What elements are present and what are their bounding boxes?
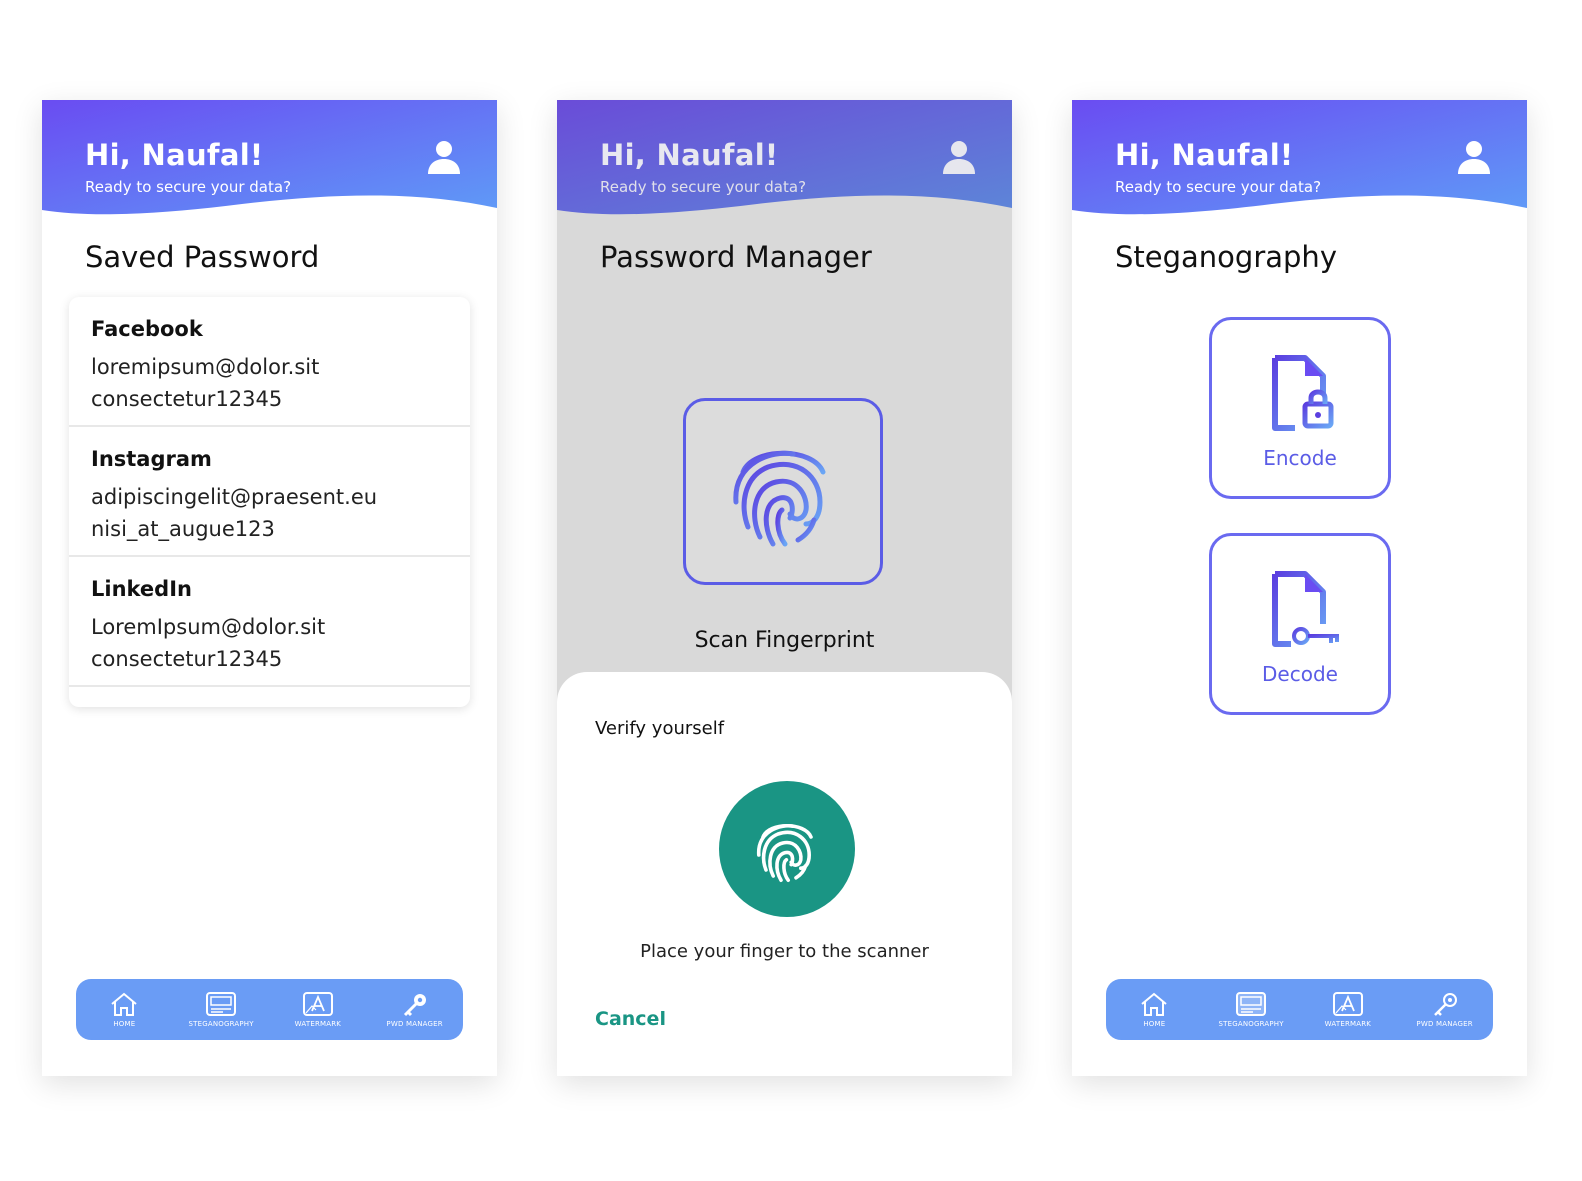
nav-label: PWD MANAGER bbox=[1416, 1020, 1473, 1028]
entry-password: consectetur12345 bbox=[91, 647, 283, 671]
bottom-nav: HOME STEGANOGRAPHY WATERMARK PWD MANAGER bbox=[1106, 979, 1493, 1040]
cancel-button[interactable]: Cancel bbox=[595, 1008, 666, 1030]
watermark-icon bbox=[1332, 992, 1363, 1016]
entry-name: Facebook bbox=[91, 317, 203, 341]
nav-label: PWD MANAGER bbox=[386, 1020, 443, 1028]
home-icon bbox=[111, 992, 138, 1016]
encode-button[interactable]: Encode bbox=[1209, 317, 1391, 499]
greeting-subtitle: Ready to secure your data? bbox=[1115, 178, 1322, 196]
page-title: Password Manager bbox=[600, 240, 872, 274]
decode-button[interactable]: Decode bbox=[1209, 533, 1391, 715]
fingerprint-icon bbox=[733, 450, 826, 546]
greeting-subtitle: Ready to secure your data? bbox=[600, 178, 807, 196]
scan-fingerprint-label: Scan Fingerprint bbox=[694, 628, 875, 653]
entry-password: nisi_at_augue123 bbox=[91, 517, 275, 541]
nav-pwd-manager[interactable]: PWD MANAGER bbox=[370, 991, 460, 1028]
greeting-subtitle: Ready to secure your data? bbox=[85, 178, 292, 196]
key-gear-icon bbox=[403, 994, 426, 1017]
saved-password-screen: Hi, Naufal! Ready to secure your data? S… bbox=[42, 100, 497, 1076]
page-title: Steganography bbox=[1115, 240, 1337, 274]
nav-label: WATERMARK bbox=[1324, 1020, 1372, 1028]
dialog-message: Place your finger to the scanner bbox=[640, 941, 929, 962]
password-entry-linkedin[interactable]: LinkedIn LoremIpsum@dolor.sit consectetu… bbox=[69, 557, 470, 687]
nav-label: HOME bbox=[1143, 1020, 1166, 1028]
fingerprint-icon bbox=[756, 823, 813, 882]
biometric-dialog: Verify yourself Place your finger to the… bbox=[557, 672, 1012, 1076]
fingerprint-sensor[interactable] bbox=[719, 781, 855, 917]
password-entry-facebook[interactable]: Facebook loremipsum@dolor.sit consectetu… bbox=[69, 297, 470, 427]
scan-fingerprint-button[interactable] bbox=[683, 398, 883, 585]
nav-watermark[interactable]: WATERMARK bbox=[1303, 991, 1393, 1028]
nav-steganography[interactable]: STEGANOGRAPHY bbox=[176, 991, 266, 1028]
nav-steganography[interactable]: STEGANOGRAPHY bbox=[1206, 991, 1296, 1028]
greeting: Hi, Naufal! bbox=[85, 138, 264, 172]
greeting: Hi, Naufal! bbox=[600, 138, 779, 172]
file-key-icon bbox=[1272, 571, 1339, 647]
file-lock-icon bbox=[1272, 355, 1334, 431]
entry-name: Instagram bbox=[91, 447, 212, 471]
nav-home[interactable]: HOME bbox=[1109, 991, 1199, 1028]
entry-password: consectetur12345 bbox=[91, 387, 283, 411]
dialog-title: Verify yourself bbox=[595, 718, 725, 739]
nav-label: HOME bbox=[113, 1020, 136, 1028]
nav-home[interactable]: HOME bbox=[79, 991, 169, 1028]
user-icon[interactable] bbox=[1455, 138, 1493, 176]
nav-watermark[interactable]: WATERMARK bbox=[273, 991, 363, 1028]
encode-label: Encode bbox=[1263, 446, 1337, 470]
home-icon bbox=[1141, 992, 1168, 1016]
image-card-icon bbox=[206, 992, 237, 1016]
steganography-screen: Hi, Naufal! Ready to secure your data? S… bbox=[1072, 100, 1527, 1076]
entry-email: loremipsum@dolor.sit bbox=[91, 355, 320, 379]
user-icon[interactable] bbox=[940, 138, 978, 176]
password-manager-screen: Hi, Naufal! Ready to secure your data? P… bbox=[557, 100, 1012, 1076]
nav-label: STEGANOGRAPHY bbox=[1218, 1020, 1284, 1028]
nav-label: WATERMARK bbox=[294, 1020, 342, 1028]
decode-label: Decode bbox=[1262, 662, 1338, 686]
user-icon[interactable] bbox=[425, 138, 463, 176]
bottom-nav: HOME STEGANOGRAPHY WATERMARK PWD MANAGER bbox=[76, 979, 463, 1040]
page-title: Saved Password bbox=[85, 240, 320, 274]
entry-email: LoremIpsum@dolor.sit bbox=[91, 615, 326, 639]
image-card-icon bbox=[1236, 992, 1267, 1016]
password-entry-instagram[interactable]: Instagram adipiscingelit@praesent.eu nis… bbox=[69, 427, 470, 557]
entry-email: adipiscingelit@praesent.eu bbox=[91, 485, 378, 509]
entry-name: LinkedIn bbox=[91, 577, 192, 601]
saved-password-list: Facebook loremipsum@dolor.sit consectetu… bbox=[69, 297, 470, 707]
key-gear-icon bbox=[1433, 993, 1457, 1016]
nav-pwd-manager[interactable]: PWD MANAGER bbox=[1400, 991, 1490, 1028]
greeting: Hi, Naufal! bbox=[1115, 138, 1294, 172]
nav-label: STEGANOGRAPHY bbox=[188, 1020, 254, 1028]
watermark-icon bbox=[302, 992, 333, 1016]
